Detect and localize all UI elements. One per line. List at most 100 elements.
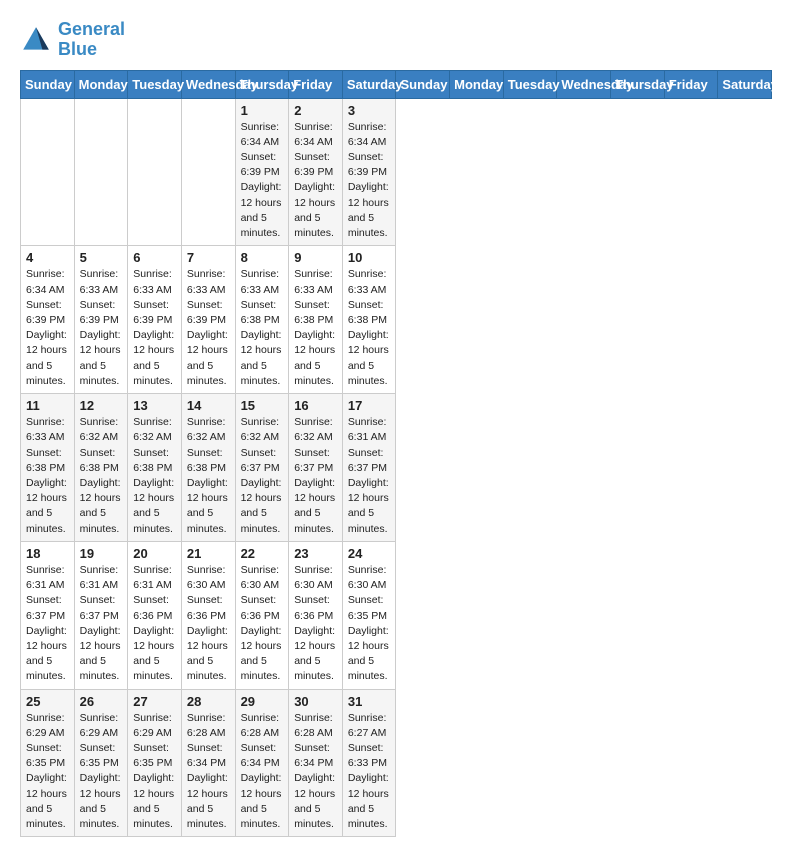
day-info: Sunrise: 6:33 AM Sunset: 6:39 PM Dayligh… [80,267,123,389]
week-row-5: 25 Sunrise: 6:29 AM Sunset: 6:35 PM Dayli… [21,689,772,837]
day-info: Sunrise: 6:30 AM Sunset: 6:35 PM Dayligh… [348,563,391,685]
logo: General Blue [20,20,125,60]
calendar-cell: 29Sunrise: 6:28 AM Sunset: 6:34 PM Dayli… [235,689,289,837]
day-number: 30 [294,694,337,709]
day-info: Sunrise: 6:33 AM Sunset: 6:39 PM Dayligh… [133,267,176,389]
day-info: Sunrise: 6:34 AM Sunset: 6:39 PM Dayligh… [241,120,284,242]
day-number: 11 [26,398,69,413]
calendar-cell [128,98,182,246]
day-number: 22 [241,546,284,561]
calendar-cell: 25 Sunrise: 6:29 AM Sunset: 6:35 PM Dayli… [21,689,75,837]
day-number: 16 [294,398,337,413]
day-number: 6 [133,250,176,265]
calendar-cell: 1Sunrise: 6:34 AM Sunset: 6:39 PM Daylig… [235,98,289,246]
logo-icon [20,24,52,56]
day-number: 3 [348,103,391,118]
header-day-tuesday: Tuesday [503,70,557,98]
calendar-cell [74,98,128,246]
header-day-wednesday: Wednesday [181,70,235,98]
calendar-cell: 10 Sunrise: 6:33 AM Sunset: 6:38 PM Dayli… [342,246,396,394]
calendar-cell: 7 Sunrise: 6:33 AM Sunset: 6:39 PM Daylig… [181,246,235,394]
day-info: Sunrise: 6:31 AM Sunset: 6:37 PM Dayligh… [348,415,391,537]
header-day-saturday: Saturday [718,70,772,98]
day-info: Sunrise: 6:28 AM Sunset: 6:34 PM Dayligh… [187,711,230,833]
calendar-cell: 15Sunrise: 6:32 AM Sunset: 6:37 PM Dayli… [235,394,289,542]
day-info: Sunrise: 6:27 AM Sunset: 6:33 PM Dayligh… [348,711,391,833]
header-day-thursday: Thursday [235,70,289,98]
calendar-cell: 27Sunrise: 6:29 AM Sunset: 6:35 PM Dayli… [128,689,182,837]
day-number: 9 [294,250,337,265]
day-info: Sunrise: 6:32 AM Sunset: 6:38 PM Dayligh… [133,415,176,537]
day-info: Sunrise: 6:33 AM Sunset: 6:38 PM Dayligh… [26,415,69,537]
day-number: 17 [348,398,391,413]
day-info: Sunrise: 6:29 AM Sunset: 6:35 PM Dayligh… [80,711,123,833]
day-info: Sunrise: 6:28 AM Sunset: 6:34 PM Dayligh… [294,711,337,833]
calendar-header-row: SundayMondayTuesdayWednesdayThursdayFrid… [21,70,772,98]
page-header: General Blue [20,20,772,60]
day-number: 13 [133,398,176,413]
calendar-cell: 24Sunrise: 6:30 AM Sunset: 6:35 PM Dayli… [342,541,396,689]
header-day-saturday: Saturday [342,70,396,98]
week-row-4: 18Sunrise: 6:31 AM Sunset: 6:37 PM Dayli… [21,541,772,689]
header-day-friday: Friday [289,70,343,98]
day-number: 27 [133,694,176,709]
header-day-wednesday: Wednesday [557,70,611,98]
calendar-cell: 26 Sunrise: 6:29 AM Sunset: 6:35 PM Dayli… [74,689,128,837]
header-day-sunday: Sunday [396,70,450,98]
calendar-cell: 23Sunrise: 6:30 AM Sunset: 6:36 PM Dayli… [289,541,343,689]
day-info: Sunrise: 6:33 AM Sunset: 6:39 PM Dayligh… [187,267,230,389]
header-day-monday: Monday [74,70,128,98]
day-info: Sunrise: 6:33 AM Sunset: 6:38 PM Dayligh… [348,267,391,389]
day-number: 7 [187,250,230,265]
calendar-cell: 11 Sunrise: 6:33 AM Sunset: 6:38 PM Dayli… [21,394,75,542]
calendar-cell: 20Sunrise: 6:31 AM Sunset: 6:36 PM Dayli… [128,541,182,689]
day-info: Sunrise: 6:31 AM Sunset: 6:37 PM Dayligh… [80,563,123,685]
day-number: 2 [294,103,337,118]
day-number: 28 [187,694,230,709]
day-number: 5 [80,250,123,265]
day-number: 12 [80,398,123,413]
day-number: 25 [26,694,69,709]
calendar-cell: 9Sunrise: 6:33 AM Sunset: 6:38 PM Daylig… [289,246,343,394]
calendar-cell: 30 Sunrise: 6:28 AM Sunset: 6:34 PM Dayli… [289,689,343,837]
calendar-cell: 16Sunrise: 6:32 AM Sunset: 6:37 PM Dayli… [289,394,343,542]
day-number: 8 [241,250,284,265]
day-number: 26 [80,694,123,709]
header-day-thursday: Thursday [611,70,665,98]
week-row-2: 4 Sunrise: 6:34 AM Sunset: 6:39 PM Daylig… [21,246,772,394]
calendar-cell: 8 Sunrise: 6:33 AM Sunset: 6:38 PM Daylig… [235,246,289,394]
day-info: Sunrise: 6:32 AM Sunset: 6:37 PM Dayligh… [241,415,284,537]
day-info: Sunrise: 6:30 AM Sunset: 6:36 PM Dayligh… [187,563,230,685]
day-info: Sunrise: 6:28 AM Sunset: 6:34 PM Dayligh… [241,711,284,833]
calendar-cell: 31 Sunrise: 6:27 AM Sunset: 6:33 PM Dayli… [342,689,396,837]
day-number: 10 [348,250,391,265]
day-info: Sunrise: 6:32 AM Sunset: 6:38 PM Dayligh… [80,415,123,537]
day-info: Sunrise: 6:31 AM Sunset: 6:37 PM Dayligh… [26,563,69,685]
week-row-1: 1Sunrise: 6:34 AM Sunset: 6:39 PM Daylig… [21,98,772,246]
calendar-cell: 13 Sunrise: 6:32 AM Sunset: 6:38 PM Dayli… [128,394,182,542]
day-number: 31 [348,694,391,709]
day-number: 19 [80,546,123,561]
day-info: Sunrise: 6:34 AM Sunset: 6:39 PM Dayligh… [348,120,391,242]
day-info: Sunrise: 6:34 AM Sunset: 6:39 PM Dayligh… [294,120,337,242]
calendar-cell: 6 Sunrise: 6:33 AM Sunset: 6:39 PM Daylig… [128,246,182,394]
calendar-cell: 3 Sunrise: 6:34 AM Sunset: 6:39 PM Daylig… [342,98,396,246]
day-info: Sunrise: 6:32 AM Sunset: 6:38 PM Dayligh… [187,415,230,537]
header-day-monday: Monday [450,70,504,98]
day-number: 4 [26,250,69,265]
header-day-tuesday: Tuesday [128,70,182,98]
day-number: 20 [133,546,176,561]
calendar-cell: 19 Sunrise: 6:31 AM Sunset: 6:37 PM Dayli… [74,541,128,689]
day-info: Sunrise: 6:29 AM Sunset: 6:35 PM Dayligh… [26,711,69,833]
calendar-cell [21,98,75,246]
calendar-cell: 28 Sunrise: 6:28 AM Sunset: 6:34 PM Dayli… [181,689,235,837]
day-info: Sunrise: 6:34 AM Sunset: 6:39 PM Dayligh… [26,267,69,389]
calendar-cell: 4 Sunrise: 6:34 AM Sunset: 6:39 PM Daylig… [21,246,75,394]
header-day-sunday: Sunday [21,70,75,98]
calendar-table: SundayMondayTuesdayWednesdayThursdayFrid… [20,70,772,838]
day-info: Sunrise: 6:30 AM Sunset: 6:36 PM Dayligh… [241,563,284,685]
calendar-cell: 14 Sunrise: 6:32 AM Sunset: 6:38 PM Dayli… [181,394,235,542]
day-info: Sunrise: 6:33 AM Sunset: 6:38 PM Dayligh… [241,267,284,389]
logo-text: General Blue [58,20,125,60]
day-number: 14 [187,398,230,413]
